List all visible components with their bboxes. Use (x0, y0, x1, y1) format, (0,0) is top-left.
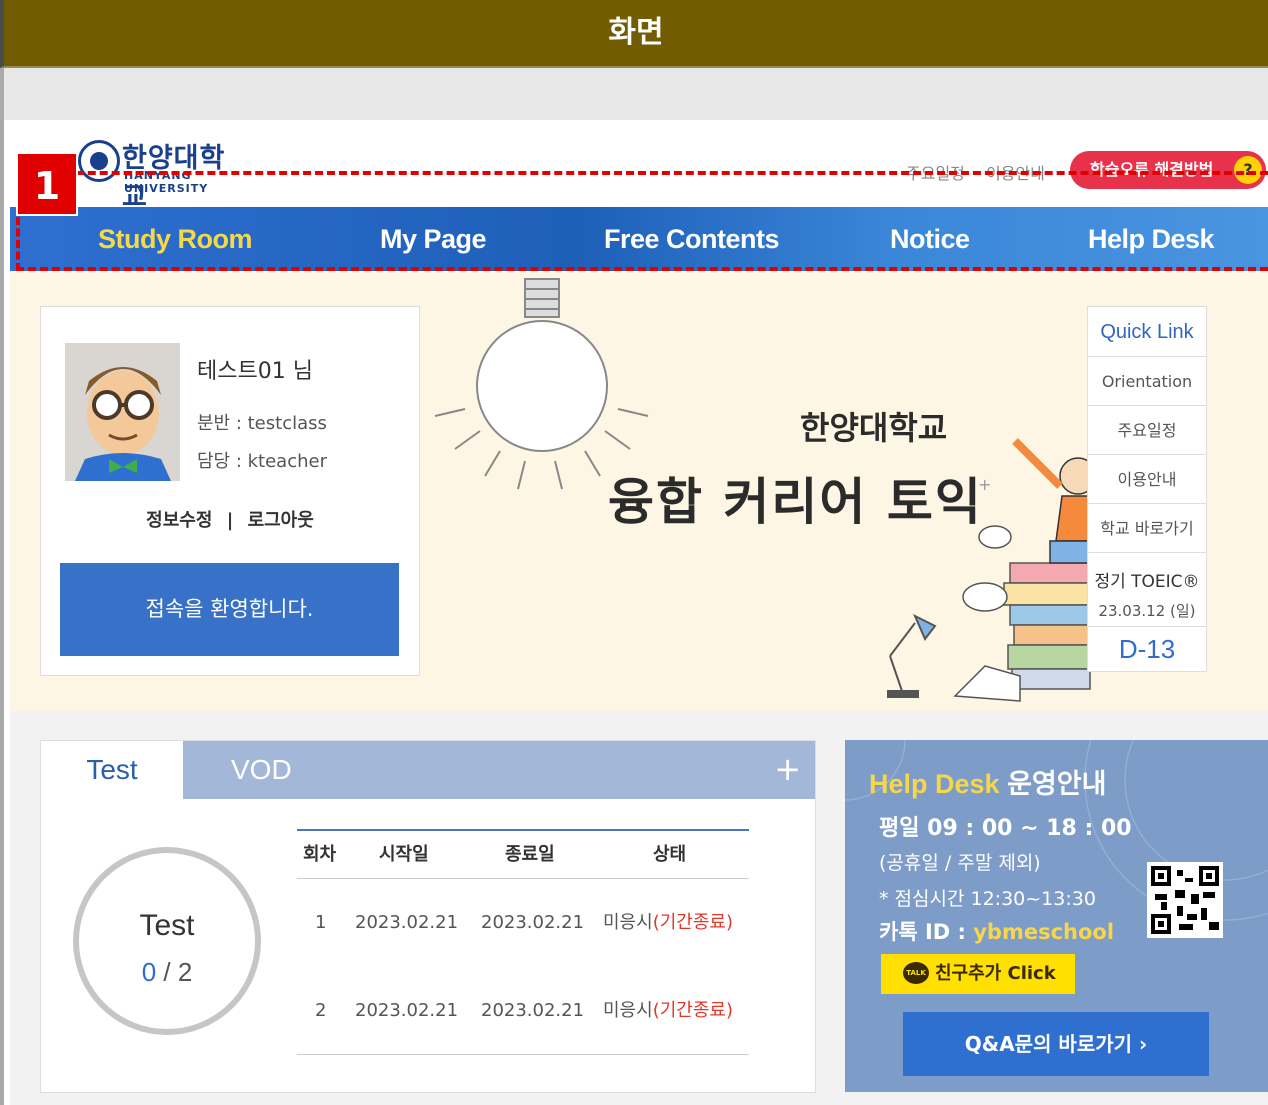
nav-study-room[interactable]: Study Room (98, 207, 253, 271)
tab-test[interactable]: Test (41, 741, 183, 799)
kakao-id-value: ybmeschool (973, 920, 1115, 944)
hero-subtitle: 한양대학교 (800, 409, 948, 447)
status-note: (기간종료) (652, 912, 733, 933)
kakao-id-label: 카톡 ID : (879, 920, 974, 944)
row-status: 미응시(기간종료) (603, 967, 733, 1055)
kakao-button-label: 친구추가 Click (935, 963, 1056, 984)
help-desk-panel: Help Desk 운영안내 평일 09 : 00 ~ 18 : 00 (공휴일… (845, 740, 1268, 1092)
nav-help-desk[interactable]: Help Desk (1088, 207, 1215, 271)
table-row[interactable]: 2 2023.02.21 2023.02.21 미응시(기간종료) (297, 967, 749, 1055)
progress-ring: Test 0 / 2 (73, 847, 261, 1035)
profile-card: 테스트01 님 분반 : testclass 담당 : kteacher 정보수… (40, 306, 420, 676)
plus-icon[interactable]: + (774, 741, 801, 799)
profile-name: 테스트01 님 (197, 359, 313, 384)
kakao-talk-icon: TALK (903, 962, 929, 984)
row-start: 2023.02.21 (355, 912, 459, 933)
test-table: 회차 시작일 종료일 상태 1 2023.02.21 2023.02.21 미응… (297, 829, 749, 1055)
help-title-highlight: Help Desk (869, 769, 1000, 799)
help-kakao-id: 카톡 ID : ybmeschool (879, 916, 1114, 946)
status-text: 미응시 (603, 912, 653, 933)
university-logo[interactable]: 한양대학교 HANYANG UNIVERSITY (78, 136, 248, 213)
util-link-schedule[interactable]: 주요일정 (906, 160, 965, 184)
ring-count: 0 / 2 (79, 957, 255, 988)
col-round: 회차 (303, 844, 337, 865)
row-start: 2023.02.21 (355, 1000, 459, 1021)
row-no: 1 (315, 912, 327, 933)
nav-my-page[interactable]: My Page (380, 207, 487, 271)
seal-icon (78, 140, 120, 182)
col-status: 상태 (653, 844, 687, 865)
kakao-friend-button[interactable]: TALK 친구추가 Click (881, 954, 1075, 994)
nav-free-contents[interactable]: Free Contents (604, 207, 780, 271)
help-desk-title: Help Desk 운영안내 (869, 762, 1106, 801)
status-text: 미응시 (603, 1000, 653, 1021)
quick-link-guide[interactable]: 이용안내 (1088, 455, 1206, 504)
quick-link-title: Quick Link (1088, 307, 1206, 357)
tab-vod[interactable]: VOD (231, 741, 292, 799)
profile-teacher: 담당 : kteacher (197, 451, 327, 472)
row-end: 2023.02.21 (481, 912, 585, 933)
avatar (65, 343, 180, 481)
col-start: 시작일 (379, 844, 429, 865)
welcome-banner: 접속을 환영합니다. (60, 563, 399, 656)
col-end: 종료일 (505, 844, 555, 865)
learning-error-label: 학습오류 해결방법 (1090, 160, 1214, 179)
help-lunch: * 점심시간 12:30~13:30 (879, 888, 1096, 910)
quick-link-school[interactable]: 학교 바로가기 (1088, 504, 1206, 553)
util-link-guide[interactable]: 이용안내 (986, 160, 1045, 184)
toeic-title: 정기 TOEIC® (1094, 572, 1200, 592)
logo-english-text: HANYANG UNIVERSITY (124, 169, 209, 195)
quick-link-orientation[interactable]: Orientation (1088, 357, 1206, 406)
quick-link-schedule[interactable]: 주요일정 (1088, 406, 1206, 455)
learning-error-button[interactable]: 학습오류 해결방법 ? (1070, 151, 1266, 189)
toeic-info: 정기 TOEIC® 23.03.12 (일) (1088, 553, 1206, 627)
quick-link-panel: Quick Link Orientation 주요일정 이용안내 학교 바로가기… (1087, 306, 1207, 672)
question-icon: ? (1234, 156, 1262, 184)
hero-title: 융합 커리어 토익 (608, 473, 983, 531)
link-divider: | (226, 510, 234, 531)
title-bar: 화면 (0, 0, 1268, 68)
dday-counter: D-13 (1118, 634, 1176, 664)
gray-strip (0, 68, 1268, 120)
help-exclusion: (공휴일 / 주말 제외) (879, 852, 1041, 874)
logout-link[interactable]: 로그아웃 (248, 510, 314, 531)
qr-code (1147, 862, 1223, 938)
toeic-date: 23.03.12 (일) (1098, 602, 1196, 620)
test-panel: Test VOD + Test 0 / 2 회차 시작일 종료일 상태 1 20… (40, 740, 816, 1093)
table-header: 회차 시작일 종료일 상태 (297, 831, 749, 879)
help-hours: 평일 09 : 00 ~ 18 : 00 (879, 816, 1132, 841)
ring-label: Test (139, 909, 195, 942)
row-no: 2 (315, 1000, 327, 1021)
qna-button[interactable]: Q&A문의 바로가기 › (903, 1012, 1209, 1076)
nav-notice[interactable]: Notice (890, 207, 970, 271)
row-status: 미응시(기간종료) (603, 879, 733, 967)
tab-bar: Test VOD + (41, 741, 815, 799)
qr-icon (1151, 866, 1219, 934)
profile-class: 분반 : testclass (197, 413, 327, 434)
total-count: / 2 (156, 957, 193, 987)
step-badge: 1 (16, 152, 78, 216)
main-nav: Study Room My Page Free Contents Notice … (10, 207, 1268, 271)
status-note: (기간종료) (652, 1000, 733, 1021)
table-row[interactable]: 1 2023.02.21 2023.02.21 미응시(기간종료) (297, 879, 749, 967)
avatar-icon (75, 367, 171, 481)
help-title-rest: 운영안내 (999, 769, 1107, 799)
done-count: 0 (141, 957, 157, 987)
row-end: 2023.02.21 (481, 1000, 585, 1021)
edit-info-link[interactable]: 정보수정 (146, 510, 212, 531)
profile-links: 정보수정 | 로그아웃 (41, 506, 419, 532)
